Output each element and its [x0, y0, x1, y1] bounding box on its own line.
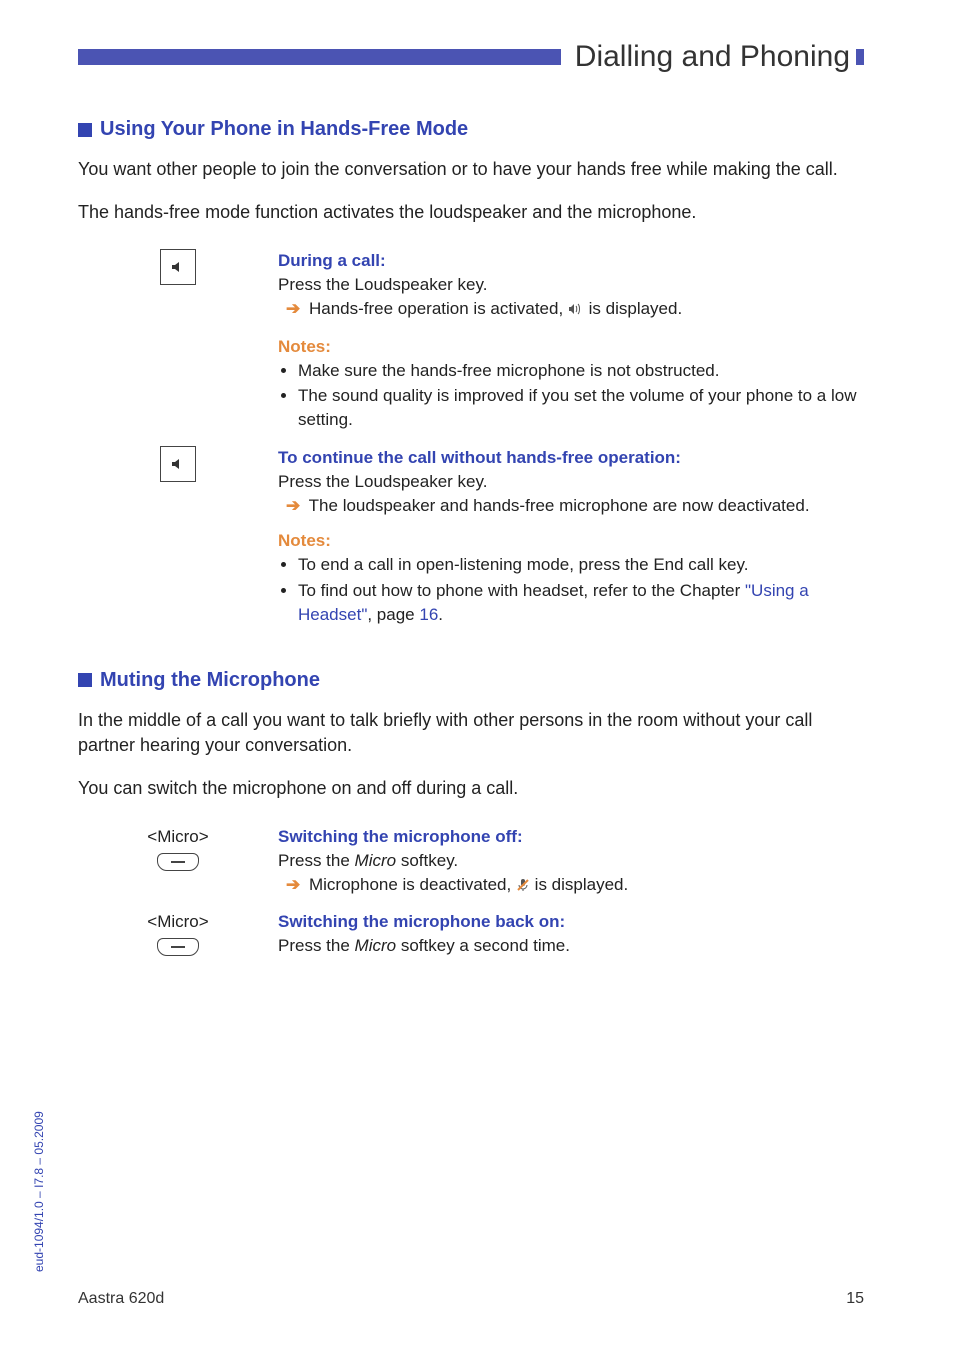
during-call-title: During a call: — [278, 249, 864, 273]
during-call-result: ➔ Hands-free operation is activated, is … — [278, 297, 864, 323]
notes-list-2: To end a call in open-listening mode, pr… — [278, 553, 864, 626]
note-2-post: . — [438, 605, 443, 624]
softkey-label: <Micro> — [147, 825, 208, 849]
hands-free-table: During a call: Press the Loudspeaker key… — [78, 243, 864, 634]
mic-off-line-post: softkey. — [396, 851, 458, 870]
hands-free-intro-1: You want other people to join the conver… — [78, 157, 864, 182]
section-heading-text: Using Your Phone in Hands-Free Mode — [100, 118, 468, 141]
softkey-icon — [157, 938, 199, 956]
mic-off-result-post: is displayed. — [535, 875, 629, 894]
section-heading-hands-free: Using Your Phone in Hands-Free Mode — [78, 118, 864, 141]
loudspeaker-key-icon — [160, 446, 196, 482]
mic-on-line-pre: Press the — [278, 936, 355, 955]
mic-off-result: ➔ Microphone is deactivated, is displaye… — [278, 873, 864, 899]
continue-call-title: To continue the call without hands-free … — [278, 446, 864, 470]
continue-call-result-text: The loudspeaker and hands-free microphon… — [309, 496, 810, 515]
bullet-square-icon — [78, 123, 92, 137]
arrow-icon: ➔ — [286, 496, 304, 515]
note-item: To end a call in open-listening mode, pr… — [298, 553, 864, 577]
note-item: The sound quality is improved if you set… — [298, 384, 864, 432]
micro-softkey: <Micro> — [147, 910, 208, 963]
during-call-result-pre: Hands-free operation is activated, — [309, 299, 568, 318]
hands-free-intro-2: The hands-free mode function activates t… — [78, 200, 864, 225]
header-bar: Dialling and Phoning — [78, 40, 864, 74]
section-heading-text: Muting the Microphone — [100, 669, 320, 692]
muting-intro-2: You can switch the microphone on and off… — [78, 776, 864, 801]
mic-on-line: Press the Micro softkey a second time. — [278, 934, 864, 958]
continue-call-line: Press the Loudspeaker key. — [278, 470, 864, 494]
mic-on-line-em: Micro — [355, 936, 397, 955]
notes-label-1: Notes: — [278, 335, 864, 359]
notes-label-2: Notes: — [278, 529, 864, 553]
note-item: Make sure the hands-free microphone is n… — [298, 359, 864, 383]
during-call-result-post: is displayed. — [589, 299, 683, 318]
page-header-title: Dialling and Phoning — [561, 40, 850, 74]
section-heading-muting: Muting the Microphone — [78, 669, 864, 692]
during-call-line: Press the Loudspeaker key. — [278, 273, 864, 297]
note-item: To find out how to phone with headset, r… — [298, 579, 864, 627]
mic-off-line-em: Micro — [355, 851, 397, 870]
mic-off-result-pre: Microphone is deactivated, — [309, 875, 516, 894]
continue-call-result: ➔ The loudspeaker and hands-free microph… — [278, 494, 864, 518]
mic-muted-icon — [516, 875, 530, 899]
footer-model: Aastra 620d — [78, 1290, 164, 1308]
arrow-icon: ➔ — [286, 875, 304, 894]
softkey-icon — [157, 853, 199, 871]
muting-intro-1: In the middle of a call you want to talk… — [78, 708, 864, 758]
header-rule-cap — [856, 49, 864, 65]
mic-off-line: Press the Micro softkey. — [278, 849, 864, 873]
note-2-mid: , page — [367, 605, 419, 624]
header-rule — [78, 49, 561, 65]
document-id-label: eud-1094/1.0 – I7.8 – 05.2009 — [32, 1111, 46, 1272]
muting-table: <Micro> Switching the microphone off: Pr… — [78, 819, 864, 969]
softkey-label: <Micro> — [147, 910, 208, 934]
mic-on-title: Switching the microphone back on: — [278, 910, 864, 934]
micro-softkey: <Micro> — [147, 825, 208, 878]
page-16-link[interactable]: 16 — [419, 605, 438, 624]
mic-off-line-pre: Press the — [278, 851, 355, 870]
speaker-active-icon — [568, 299, 584, 323]
bullet-square-icon — [78, 673, 92, 687]
note-2-pre: To find out how to phone with headset, r… — [298, 581, 745, 600]
footer-page-number: 15 — [846, 1290, 864, 1308]
mic-on-line-post: softkey a second time. — [396, 936, 570, 955]
notes-list-1: Make sure the hands-free microphone is n… — [278, 359, 864, 432]
mic-off-title: Switching the microphone off: — [278, 825, 864, 849]
page-footer: Aastra 620d 15 — [78, 1290, 864, 1308]
arrow-icon: ➔ — [286, 299, 304, 318]
loudspeaker-key-icon — [160, 249, 196, 285]
